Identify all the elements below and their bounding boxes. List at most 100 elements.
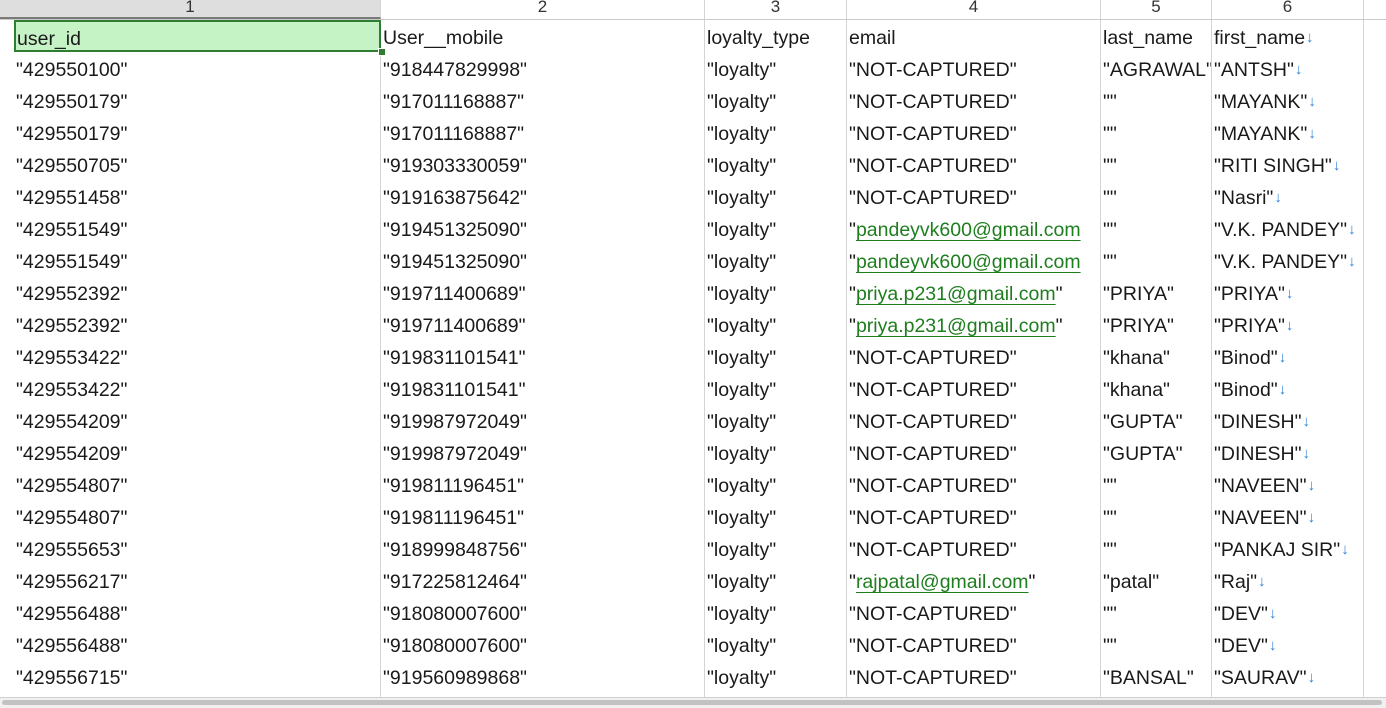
cell-email-header[interactable]: email <box>847 20 1100 52</box>
cell-loyalty-type[interactable]: "loyalty" <box>705 596 846 628</box>
scrollbar-thumb[interactable] <box>2 700 1382 705</box>
cell-first-name[interactable]: "DEV"↓ <box>1212 596 1363 628</box>
cell-email[interactable]: "rajpatal@gmail.com" <box>847 564 1100 596</box>
cell-user-mobile[interactable]: "919811196451" <box>381 468 704 500</box>
cell-first-name[interactable]: "DINESH"↓ <box>1212 404 1363 436</box>
cell-last-name[interactable]: "" <box>1101 500 1211 532</box>
cell-user-mobile[interactable]: "919711400689" <box>381 276 704 308</box>
cell-user-mobile[interactable]: "918080007600" <box>381 628 704 660</box>
cell-last-name-header[interactable]: last_name <box>1101 20 1211 52</box>
cell-first-name[interactable]: "PRIYA"↓ <box>1212 308 1363 340</box>
cell-email[interactable]: "NOT-CAPTURED" <box>847 660 1100 692</box>
cell-email[interactable]: "NOT-CAPTURED" <box>847 148 1100 180</box>
cell-first-name[interactable]: "DEV"↓ <box>1212 628 1363 660</box>
cell-loyalty-type[interactable]: "loyalty" <box>705 500 846 532</box>
cell-user-mobile[interactable]: "919987972049" <box>381 436 704 468</box>
cell-user-id[interactable]: "429556217" <box>14 564 381 596</box>
cell-user-id[interactable]: "429555653" <box>14 532 381 564</box>
cell-email[interactable]: "priya.p231@gmail.com" <box>847 276 1100 308</box>
cell-last-name[interactable]: "" <box>1101 596 1211 628</box>
cell-user-mobile[interactable]: "919831101541" <box>381 372 704 404</box>
email-link[interactable]: pandeyvk600@gmail.com <box>856 251 1081 273</box>
cell-user-id[interactable]: "429554209" <box>14 436 381 468</box>
cell-user-id[interactable]: "429552392" <box>14 308 381 340</box>
cell-user-id[interactable]: "429550179" <box>14 116 381 148</box>
email-link[interactable]: priya.p231@gmail.com <box>856 283 1056 305</box>
cell-last-name[interactable]: "GUPTA" <box>1101 436 1211 468</box>
column-header-6[interactable]: 6 <box>1212 0 1364 19</box>
cell-first-name[interactable]: "V.K. PANDEY"↓ <box>1212 244 1363 276</box>
cell-first-name[interactable]: "V.K. PANDEY"↓ <box>1212 212 1363 244</box>
email-link[interactable]: pandeyvk600@gmail.com <box>856 219 1081 241</box>
cell-last-name[interactable]: "" <box>1101 180 1211 212</box>
cell-user-id[interactable]: "429551458" <box>14 180 381 212</box>
cell-email[interactable]: "NOT-CAPTURED" <box>847 84 1100 116</box>
horizontal-scrollbar[interactable] <box>0 697 1386 708</box>
column-header-4[interactable]: 4 <box>847 0 1101 19</box>
cell-loyalty-type[interactable]: "loyalty" <box>705 532 846 564</box>
cell-user-id[interactable]: "429550100" <box>14 52 381 84</box>
cell-email[interactable]: "NOT-CAPTURED" <box>847 596 1100 628</box>
cell-first-name[interactable]: "Raj"↓ <box>1212 564 1363 596</box>
cell-last-name[interactable]: "GUPTA" <box>1101 404 1211 436</box>
cell-loyalty-type[interactable]: "loyalty" <box>705 308 846 340</box>
cell-first-name[interactable]: "MAYANK"↓ <box>1212 116 1363 148</box>
cell-user-mobile[interactable]: "918999848756" <box>381 532 704 564</box>
cell-user-id[interactable]: "429550705" <box>14 148 381 180</box>
cell-user-mobile[interactable]: "919711400689" <box>381 308 704 340</box>
cell-last-name[interactable]: "PRIYA" <box>1101 308 1211 340</box>
cell-user-mobile[interactable]: "919831101541" <box>381 340 704 372</box>
cell-email[interactable]: "NOT-CAPTURED" <box>847 468 1100 500</box>
cell-last-name[interactable]: "" <box>1101 244 1211 276</box>
cell-first-name[interactable]: "MAYANK"↓ <box>1212 84 1363 116</box>
cell-last-name[interactable]: "" <box>1101 532 1211 564</box>
cell-last-name[interactable]: "khana" <box>1101 340 1211 372</box>
cell-last-name[interactable]: "PRIYA" <box>1101 276 1211 308</box>
cell-loyalty-type[interactable]: "loyalty" <box>705 340 846 372</box>
cell-email[interactable]: "pandeyvk600@gmail.com <box>847 244 1100 276</box>
cell-user-id[interactable]: "429550179" <box>14 84 381 116</box>
cell-user-id[interactable]: "429554209" <box>14 404 381 436</box>
cell-last-name[interactable]: "" <box>1101 468 1211 500</box>
cell-loyalty-type[interactable]: "loyalty" <box>705 468 846 500</box>
cell-user-id[interactable]: "429551549" <box>14 212 381 244</box>
cell-loyalty-type[interactable]: "loyalty" <box>705 564 846 596</box>
cell-user-id[interactable]: "429551549" <box>14 244 381 276</box>
cell-first-name[interactable]: "PRIYA"↓ <box>1212 276 1363 308</box>
cell-email[interactable]: "NOT-CAPTURED" <box>847 404 1100 436</box>
cell-user-mobile[interactable]: "919451325090" <box>381 212 704 244</box>
cell-email[interactable]: "NOT-CAPTURED" <box>847 500 1100 532</box>
column-header-2[interactable]: 2 <box>381 0 705 19</box>
column-header-5[interactable]: 5 <box>1101 0 1212 19</box>
cell-email[interactable]: "NOT-CAPTURED" <box>847 180 1100 212</box>
cell-email[interactable]: "NOT-CAPTURED" <box>847 116 1100 148</box>
column-header-1[interactable]: 1 <box>0 0 381 19</box>
cell-user-id[interactable]: "429556488" <box>14 596 381 628</box>
cell-email[interactable]: "NOT-CAPTURED" <box>847 340 1100 372</box>
cell-last-name[interactable]: "" <box>1101 116 1211 148</box>
cell-loyalty-type[interactable]: "loyalty" <box>705 148 846 180</box>
cell-user-id[interactable]: "429554807" <box>14 468 381 500</box>
cell-user-mobile[interactable]: "919451325090" <box>381 244 704 276</box>
email-link[interactable]: priya.p231@gmail.com <box>856 315 1056 337</box>
cell-loyalty-type[interactable]: "loyalty" <box>705 52 846 84</box>
cell-last-name[interactable]: "" <box>1101 628 1211 660</box>
cell-user-id[interactable]: "429556488" <box>14 628 381 660</box>
cell-user-mobile[interactable]: "919560989868" <box>381 660 704 692</box>
cell-first-name[interactable]: "Nasri"↓ <box>1212 180 1363 212</box>
fill-handle[interactable] <box>378 48 386 56</box>
cell-loyalty-type[interactable]: "loyalty" <box>705 212 846 244</box>
cell-email[interactable]: "NOT-CAPTURED" <box>847 628 1100 660</box>
cell-user-mobile[interactable]: "919811196451" <box>381 500 704 532</box>
cell-email[interactable]: "priya.p231@gmail.com" <box>847 308 1100 340</box>
cell-user-id[interactable]: "429552392" <box>14 276 381 308</box>
cell-first-name[interactable]: "Binod"↓ <box>1212 340 1363 372</box>
column-header-3[interactable]: 3 <box>705 0 847 19</box>
cell-last-name[interactable]: "" <box>1101 84 1211 116</box>
cell-user-mobile[interactable]: "919163875642" <box>381 180 704 212</box>
cell-loyalty-type-header[interactable]: loyalty_type <box>705 20 846 52</box>
cell-email[interactable]: "NOT-CAPTURED" <box>847 52 1100 84</box>
cell-loyalty-type[interactable]: "loyalty" <box>705 372 846 404</box>
cell-last-name[interactable]: "patal" <box>1101 564 1211 596</box>
cell-first-name-header[interactable]: first_name↓ <box>1212 20 1363 52</box>
